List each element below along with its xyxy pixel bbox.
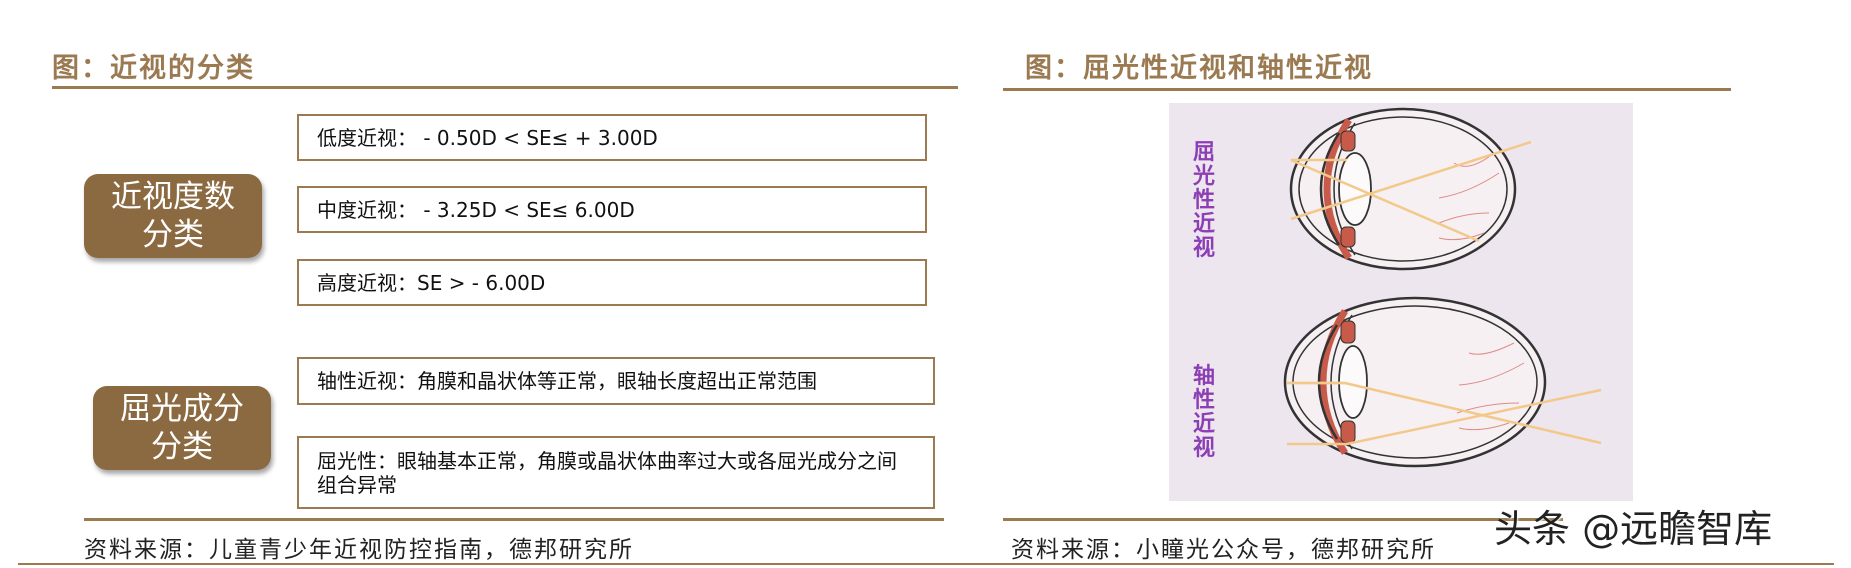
category-refraction-line2: 分类	[151, 429, 213, 465]
category-refraction-line1: 屈光成分	[120, 391, 244, 427]
right-title-rule	[1003, 88, 1731, 91]
category-degree-line1: 近视度数	[111, 179, 235, 215]
watermark: 头条 @远瞻智库	[1494, 507, 1773, 551]
left-source-rule	[84, 518, 944, 521]
refraction-box-axial: 轴性近视：角膜和晶状体等正常，眼轴长度超出正常范围	[297, 357, 935, 405]
refraction-box-refractive: 屈光性：眼轴基本正常，角膜或晶状体曲率过大或各屈光成分之间组合异常	[297, 436, 935, 509]
right-figure-source: 资料来源：小瞳光公众号，德邦研究所	[1011, 537, 1436, 563]
eye-diagrams	[1283, 107, 1602, 468]
left-title-rule	[52, 86, 958, 89]
category-degree-line2: 分类	[142, 217, 204, 253]
eye-diagram-panel: 屈光性近视 轴性近视	[1169, 103, 1633, 501]
right-figure-title: 图：屈光性近视和轴性近视	[1025, 53, 1373, 84]
left-figure-source: 资料来源：儿童青少年近视防控指南，德邦研究所	[84, 537, 634, 563]
category-degree: 近视度数 分类	[84, 174, 262, 258]
category-refraction: 屈光成分 分类	[93, 386, 271, 470]
left-figure-title: 图：近视的分类	[52, 53, 255, 84]
degree-box-low: 低度近视： - 0.50D < SE≤ + 3.00D	[297, 114, 927, 161]
eye-diagram-refractive	[1289, 107, 1532, 271]
right-source-rule	[1003, 518, 1563, 521]
eye-diagram-axial	[1283, 296, 1602, 468]
page-bottom-rule	[18, 563, 1834, 565]
degree-box-high: 高度近视：SE > - 6.00D	[297, 259, 927, 306]
degree-box-medium: 中度近视： - 3.25D < SE≤ 6.00D	[297, 186, 927, 233]
